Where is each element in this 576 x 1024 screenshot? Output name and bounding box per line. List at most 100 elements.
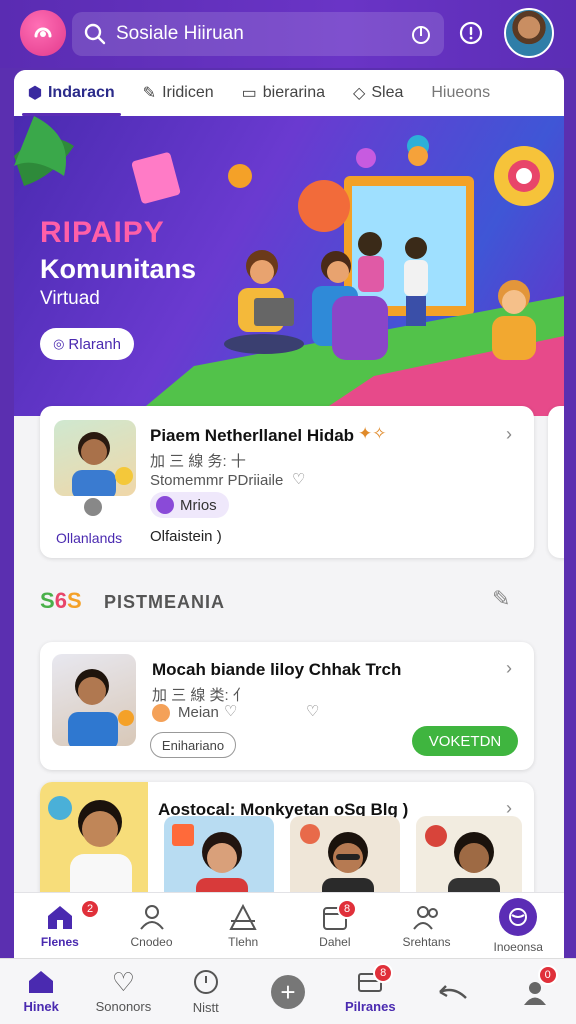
emoji-icon	[152, 704, 170, 722]
logo-icon	[34, 27, 52, 38]
grid-icon: ⬢	[28, 85, 42, 102]
card-subtitle: Stomemmr PDriiaile	[150, 472, 284, 489]
join-button[interactable]: VOKETDN	[412, 726, 518, 756]
hero-banner[interactable]: RIPAIPY Komunitans Virtuad ◎ Rlaranh	[14, 116, 564, 416]
main-content: ⬢ Indaracn ✎ Iridicen ▭ bierarina ◇ Slea…	[14, 70, 564, 900]
app-logo[interactable]	[20, 10, 66, 56]
tab-label: bierarina	[262, 84, 326, 101]
tab-iridicen[interactable]: ✎ Iridicen	[129, 70, 228, 116]
nav-explore[interactable]: Inoeonsa	[472, 893, 564, 958]
next-card-peek[interactable]	[548, 406, 564, 558]
hero-cta-label: Rlaranh	[68, 335, 121, 353]
tent-icon	[229, 903, 257, 930]
nav2-account[interactable]: 0	[494, 959, 576, 1024]
tab-bierarina[interactable]: ▭ bierarina	[228, 70, 339, 116]
chat-icon: ▭	[241, 85, 257, 102]
profile-avatar[interactable]	[504, 8, 554, 58]
notification-badge: 2	[80, 899, 100, 919]
pen-icon: ✎	[142, 85, 157, 102]
sparkle-icon: ✦✧	[358, 424, 387, 443]
card-right-label: Olfaistein )	[150, 528, 222, 545]
nav-label: Inoeonsa	[493, 939, 543, 954]
sparkle-icon: ◎	[53, 336, 65, 351]
card-title: Piaem Netherllanel Hidab	[150, 426, 355, 445]
back-arrow-icon	[438, 984, 467, 999]
search-icon	[84, 23, 106, 45]
nav-label: Tlehn	[228, 934, 259, 949]
info-icon[interactable]	[456, 18, 486, 48]
heart-icon: ♡	[111, 967, 136, 997]
card-meta: 加 三 線 务: 十	[150, 453, 246, 470]
emoji-icon	[156, 496, 174, 514]
nav2-add[interactable]: +	[247, 959, 329, 1024]
search-input[interactable]: Sosiale Hiiruan	[116, 23, 410, 45]
nav-label: Pilranes	[344, 999, 396, 1014]
member-photo	[52, 654, 136, 746]
notification-badge: 8	[337, 899, 358, 919]
nav-label: Srehtans	[402, 934, 451, 949]
member-photo	[54, 420, 136, 496]
tag-label: Mrios	[180, 496, 217, 514]
hero-subtitle: Komunitans	[40, 254, 197, 284]
category-tabs: ⬢ Indaracn ✎ Iridicen ▭ bierarina ◇ Slea…	[14, 70, 564, 116]
nav-label: Cnodeo	[130, 934, 173, 949]
card-title: Mocah biande liloy Chhak Trch	[152, 660, 402, 679]
user-icon	[139, 904, 164, 930]
nav2-home[interactable]: Hinek	[0, 959, 82, 1024]
member-photo[interactable]	[40, 782, 148, 900]
hero-cta-button[interactable]: ◎ Rlaranh	[40, 328, 134, 360]
share-icon[interactable]	[410, 23, 432, 45]
card-subtitle: Meian	[178, 704, 219, 721]
notification-badge: 8	[373, 963, 394, 983]
home-icon	[29, 971, 54, 993]
category-chip[interactable]: Enihariano	[150, 732, 236, 758]
primary-bottom-nav: Flenes 2 Cnodeo Tlehn Dahel 8 Srehtans I…	[14, 892, 564, 958]
heart-icon[interactable]: ♡	[292, 470, 305, 488]
tag-icon: ◇	[353, 85, 366, 102]
nav-home[interactable]: Flenes 2	[14, 893, 106, 958]
tab-slea[interactable]: ◇ Slea	[339, 70, 417, 116]
nav-label: Dahel	[319, 934, 351, 949]
tag-chip[interactable]: Mrios	[150, 492, 229, 518]
community-card[interactable]: Piaem Netherllanel Hidab ✦✧ 加 三 線 务: 十 S…	[40, 406, 534, 558]
member-photo[interactable]	[290, 816, 400, 900]
search-bar[interactable]: Sosiale Hiiruan	[72, 12, 444, 56]
notification-badge: 0	[537, 965, 558, 985]
nav-label: Hinek	[23, 999, 59, 1014]
tab-indaracn[interactable]: ⬢ Indaracn	[14, 70, 129, 116]
chevron-right-icon[interactable]: ›	[506, 658, 512, 679]
nav2-pilranes[interactable]: Pilranes 8	[329, 959, 411, 1024]
secondary-bottom-nav: Hinek ♡ Sononors Nistt + Pilranes 8 0	[0, 958, 576, 1024]
hero-title: RIPAIPY	[40, 216, 165, 249]
nav-label: Nistt	[192, 1000, 219, 1015]
nav2-notifications[interactable]: Nistt	[165, 959, 247, 1024]
nav-calendar[interactable]: Dahel 8	[289, 893, 381, 958]
top-bar: Sosiale Hiiruan	[0, 0, 576, 68]
nav-events[interactable]: Tlehn	[197, 893, 289, 958]
nav-profile[interactable]: Cnodeo	[106, 893, 198, 958]
chevron-right-icon[interactable]: ›	[506, 424, 512, 445]
nav2-back[interactable]	[411, 959, 493, 1024]
tab-hiueons[interactable]: Hiueons	[417, 70, 504, 116]
verified-icon	[84, 498, 102, 516]
tab-label: Slea	[371, 84, 404, 101]
member-photo[interactable]	[416, 816, 522, 900]
clock-icon	[193, 970, 218, 994]
pin-icon[interactable]: ✎	[492, 586, 510, 612]
tab-label: Hiueons	[431, 84, 491, 101]
group-icon	[412, 905, 438, 930]
member-photo[interactable]	[164, 816, 274, 900]
hero-tagline: Virtuad	[40, 288, 100, 309]
tab-label: Indaracn	[47, 84, 115, 101]
nav2-favorites[interactable]: ♡ Sononors	[82, 959, 164, 1024]
tab-label: Iridicen	[162, 84, 214, 101]
globe-icon	[499, 897, 538, 936]
nav-groups[interactable]: Srehtans	[381, 893, 473, 958]
nav-label: Sononors	[95, 999, 152, 1014]
add-icon: +	[270, 974, 305, 1009]
heart-outline-icon[interactable]: ♡	[306, 702, 319, 720]
heart-icon[interactable]: ♡	[224, 702, 237, 720]
home-icon	[47, 905, 72, 929]
card-left-label[interactable]: Ollanlands	[56, 530, 122, 546]
section-title: PISTMEANIA	[104, 592, 226, 612]
